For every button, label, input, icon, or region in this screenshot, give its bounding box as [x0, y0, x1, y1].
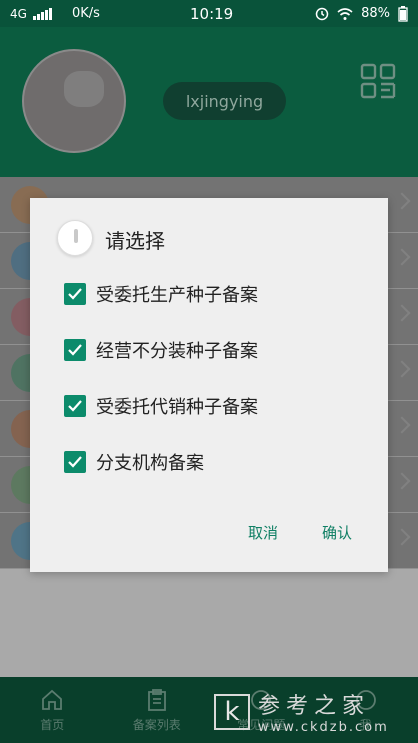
watermark-url: www.ckdzb.com	[258, 720, 389, 735]
username-badge: lxjingying	[163, 82, 286, 120]
alarm-icon	[315, 7, 329, 20]
avatar[interactable]	[22, 49, 126, 153]
checkbox-checked-icon[interactable]	[64, 395, 86, 417]
watermark-logo: k	[214, 693, 250, 730]
confirm-button[interactable]: 确认	[322, 522, 352, 543]
cancel-button[interactable]: 取消	[248, 522, 278, 543]
battery-icon	[398, 5, 408, 22]
signal-icon	[32, 7, 52, 20]
option-commissioned-production[interactable]: 受委托生产种子备案	[64, 281, 258, 307]
select-dialog: 请选择 受委托生产种子备案 经营不分装种子备案 受委托代销种子备案 分支机构备案…	[30, 198, 388, 572]
nav-label: 备案列表	[132, 717, 181, 732]
checkbox-checked-icon[interactable]	[64, 451, 86, 473]
watermark-text: 参考之家	[258, 694, 371, 719]
profile-header: lxjingying	[0, 27, 418, 177]
home-icon	[42, 689, 63, 710]
network-speed: 0K/s	[71, 6, 100, 21]
option-branch-record[interactable]: 分支机构备案	[64, 449, 204, 475]
watermark: k 参考之家 www.ckdzb.com	[214, 688, 389, 735]
clock: 10:19	[190, 4, 234, 23]
battery-percent: 88%	[361, 6, 390, 21]
option-label: 受委托代销种子备案	[96, 397, 258, 418]
dialog-title: 请选择	[105, 229, 165, 253]
option-label: 分支机构备案	[96, 453, 204, 474]
nav-record-list[interactable]: 备案列表	[105, 677, 210, 743]
nav-label: 首页	[40, 717, 65, 732]
checkbox-checked-icon[interactable]	[64, 339, 86, 361]
network-type: 4G	[10, 6, 27, 21]
option-commissioned-consignment[interactable]: 受委托代销种子备案	[64, 393, 258, 419]
option-label: 受委托生产种子备案	[96, 285, 258, 306]
clipboard-icon	[147, 688, 166, 711]
checkbox-checked-icon[interactable]	[64, 283, 86, 305]
qr-code-icon[interactable]	[360, 63, 396, 99]
wifi-icon	[337, 7, 353, 20]
status-bar: 4G 0K/s 10:19 88%	[0, 0, 418, 27]
option-non-packaging-business[interactable]: 经营不分装种子备案	[64, 337, 258, 363]
option-label: 经营不分装种子备案	[96, 341, 258, 362]
nav-home[interactable]: 首页	[0, 677, 105, 743]
info-icon	[57, 220, 93, 256]
